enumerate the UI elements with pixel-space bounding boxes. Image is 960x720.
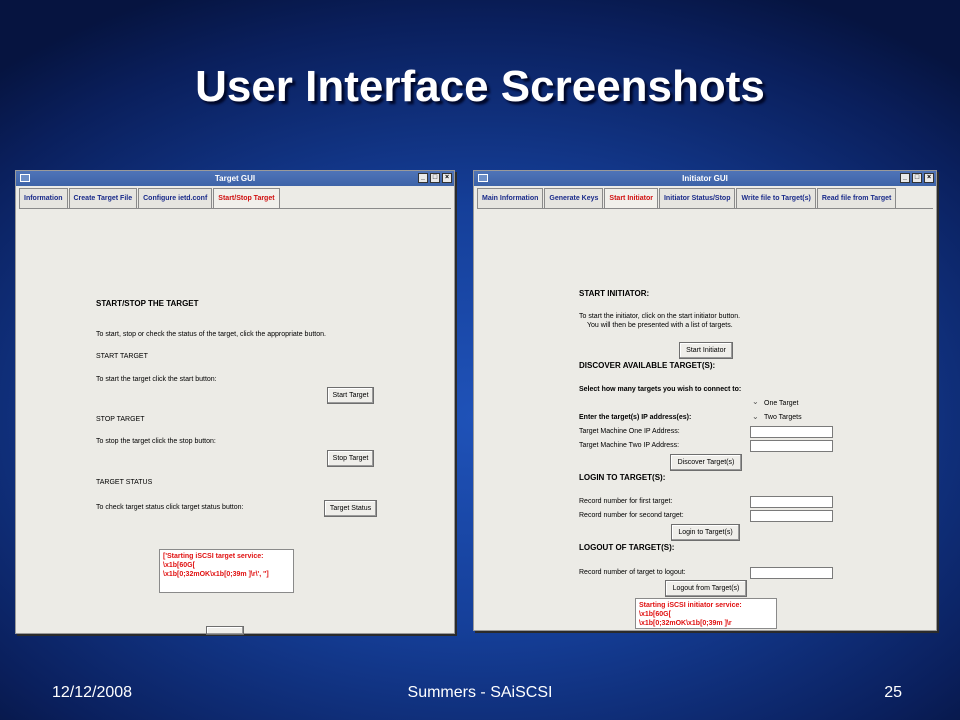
logout-record-input[interactable] [750, 567, 833, 579]
stop-target-text: To stop the target click the stop button… [96, 438, 216, 445]
target-gui-title: Target GUI [214, 174, 256, 183]
tab-write-file[interactable]: Write file to Target(s) [736, 188, 816, 208]
discover-heading: DISCOVER AVAILABLE TARGET(S): [579, 361, 716, 370]
tab-create-target-file[interactable]: Create Target File [68, 188, 138, 208]
target-status-text: To check target status click target stat… [96, 504, 244, 511]
target-log-line: ['Starting iSCSI target service: \x1b[60… [163, 553, 264, 569]
login-targets-button[interactable]: Login to Target(s) [671, 524, 740, 541]
minimize-icon[interactable]: _ [418, 173, 428, 183]
target-one-ip-label: Target Machine One IP Address: [579, 428, 680, 435]
tab-configure-ietd[interactable]: Configure ietd.conf [138, 188, 213, 208]
slide-title: User Interface Screenshots [195, 62, 765, 111]
window-menu-icon[interactable] [20, 174, 30, 182]
target-two-ip-label: Target Machine Two IP Address: [579, 442, 680, 449]
record-first-label: Record number for first target: [579, 498, 673, 505]
footer-page-number: 25 [884, 684, 902, 701]
one-target-label: One Target [764, 400, 799, 407]
tab-initiator-status-stop[interactable]: Initiator Status/Stop [658, 188, 736, 208]
start-initiator-text-2: You will then be presented with a list o… [587, 322, 733, 329]
tab-information[interactable]: Information [19, 188, 68, 208]
initiator-log-line: \x1b[0;32mOK\x1b[0;39m ]\r [639, 620, 732, 627]
start-target-text: To start the target click the start butt… [96, 376, 217, 383]
two-targets-label: Two Targets [764, 414, 802, 421]
target-bottom-button[interactable] [206, 626, 244, 635]
tab-divider [19, 208, 451, 209]
initiator-log-output: Starting iSCSI initiator service: \x1b[6… [635, 598, 777, 629]
record-second-label: Record number for second target: [579, 512, 684, 519]
logout-record-label: Record number of target to logout: [579, 569, 686, 576]
initiator-gui-title: Initiator GUI [682, 174, 728, 183]
record-second-input[interactable] [750, 510, 833, 522]
start-stop-intro: To start, stop or check the status of th… [96, 331, 326, 338]
target-log-line: \x1b[0;32mOK\x1b[0;39m ]\r\', ''] [163, 571, 269, 578]
tab-main-information[interactable]: Main Information [477, 188, 544, 208]
target-status-section-label: TARGET STATUS [96, 479, 153, 486]
logout-targets-button[interactable]: Logout from Target(s) [665, 580, 747, 597]
tab-start-initiator[interactable]: Start Initiator [604, 188, 658, 208]
initiator-log-line: Starting iSCSI initiator service: \x1b[6… [639, 602, 742, 618]
initiator-gui-window: Initiator GUI _ □ × Main Information Gen… [473, 170, 937, 631]
stop-target-button[interactable]: Stop Target [327, 450, 374, 467]
select-targets-prompt: Select how many targets you wish to conn… [579, 386, 742, 393]
tab-generate-keys[interactable]: Generate Keys [544, 188, 604, 208]
discover-targets-button[interactable]: Discover Target(s) [670, 454, 742, 471]
maximize-icon[interactable]: □ [430, 173, 440, 183]
start-initiator-button[interactable]: Start Initiator [679, 342, 733, 359]
start-initiator-heading: START INITIATOR: [579, 289, 650, 298]
one-target-radio[interactable]: ⌄ [752, 398, 759, 406]
target-log-output: ['Starting iSCSI target service: \x1b[60… [159, 549, 294, 593]
target-gui-titlebar[interactable]: Target GUI _ □ × [16, 171, 454, 186]
close-icon[interactable]: × [442, 173, 452, 183]
initiator-gui-titlebar[interactable]: Initiator GUI _ □ × [474, 171, 936, 186]
target-gui-tabs: Information Create Target File Configure… [19, 188, 280, 208]
initiator-gui-tabs: Main Information Generate Keys Start Ini… [477, 188, 897, 208]
maximize-icon[interactable]: □ [912, 173, 922, 183]
start-target-button[interactable]: Start Target [327, 387, 374, 404]
footer-author: Summers - SAiSCSI [407, 684, 553, 701]
tab-read-file[interactable]: Read file from Target [816, 188, 897, 208]
start-target-section-label: START TARGET [96, 353, 148, 360]
stop-target-section-label: STOP TARGET [96, 416, 145, 423]
login-heading: LOGIN TO TARGET(S): [579, 473, 666, 482]
close-icon[interactable]: × [924, 173, 934, 183]
target-status-button[interactable]: Target Status [324, 500, 377, 517]
target-two-ip-input[interactable] [750, 440, 833, 452]
target-gui-window: Target GUI _ □ × Information Create Targ… [15, 170, 455, 635]
tab-divider [477, 208, 933, 209]
target-one-ip-input[interactable] [750, 426, 833, 438]
window-menu-icon[interactable] [478, 174, 488, 182]
tab-start-stop-target[interactable]: Start/Stop Target [213, 188, 280, 208]
logout-heading: LOGOUT OF TARGET(S): [579, 543, 675, 552]
start-initiator-text-1: To start the initiator, click on the sta… [579, 313, 741, 320]
record-first-input[interactable] [750, 496, 833, 508]
start-stop-heading: START/STOP THE TARGET [96, 299, 199, 308]
two-targets-radio[interactable]: ⌄ [752, 413, 759, 421]
minimize-icon[interactable]: _ [900, 173, 910, 183]
ip-address-prompt: Enter the target(s) IP address(es): [579, 414, 692, 421]
